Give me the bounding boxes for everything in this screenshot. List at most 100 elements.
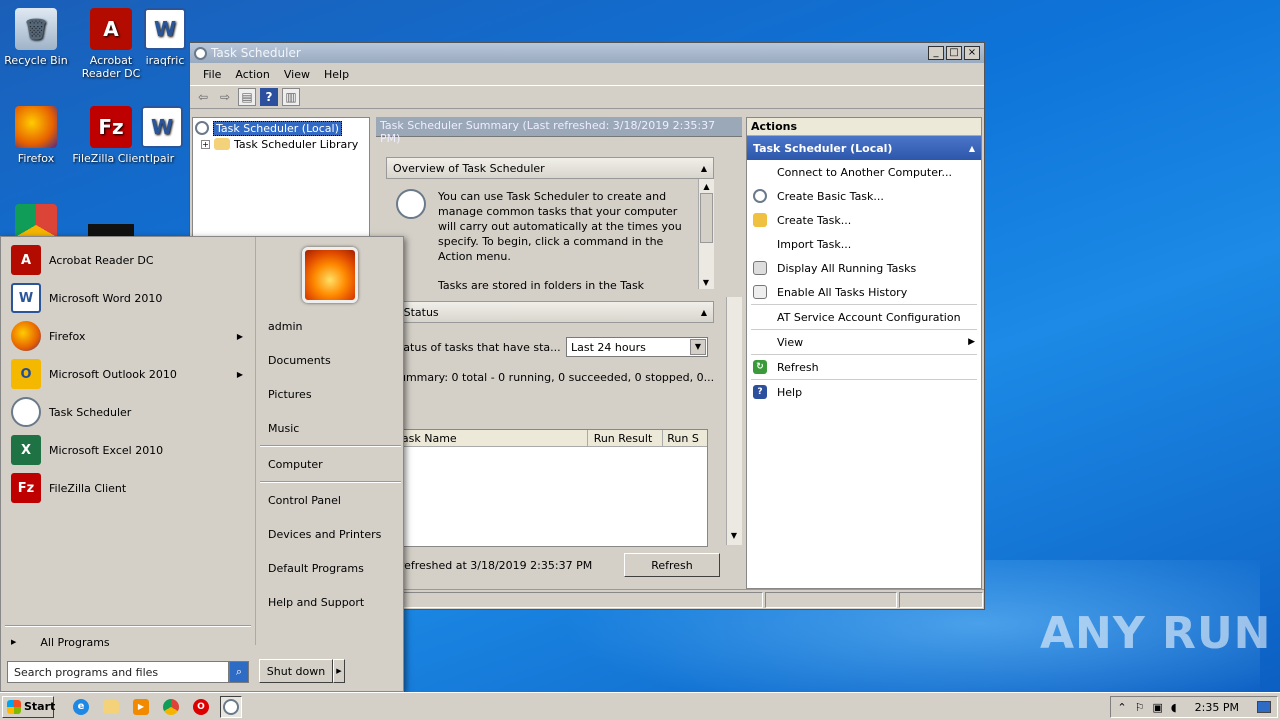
action-connect[interactable]: Connect to Another Computer...: [747, 160, 981, 184]
summary-scrollbar[interactable]: ▼: [726, 297, 742, 545]
user-avatar[interactable]: [302, 247, 358, 303]
places-column: admin Documents Pictures Music Computer …: [255, 237, 403, 645]
tree-item-local[interactable]: Task Scheduler (Local): [193, 120, 369, 136]
back-icon[interactable]: ⇦: [194, 88, 212, 106]
col-task-name[interactable]: Task Name: [393, 430, 588, 446]
program-firefox[interactable]: Firefox ▶: [5, 317, 253, 355]
action-import-task[interactable]: Import Task...: [747, 232, 981, 256]
desktop-icon-recycle-bin[interactable]: 🗑 Recycle Bin: [0, 8, 76, 67]
menu-help[interactable]: Help: [317, 68, 356, 81]
scroll-thumb[interactable]: [700, 193, 713, 243]
collapse-icon[interactable]: ▲: [969, 144, 975, 153]
chevron-right-icon: ▶: [968, 337, 975, 347]
show-hide-tree-icon[interactable]: ▤: [238, 88, 256, 106]
ie-taskbar-button[interactable]: e: [70, 696, 92, 718]
program-word[interactable]: W Microsoft Word 2010: [5, 279, 253, 317]
overview-title: Overview of Task Scheduler: [393, 161, 545, 175]
media-player-taskbar-button[interactable]: ▶: [130, 696, 152, 718]
action-enable-history[interactable]: Enable All Tasks History: [747, 280, 981, 304]
program-excel[interactable]: X Microsoft Excel 2010: [5, 431, 253, 469]
actions-group-title: Task Scheduler (Local): [753, 141, 893, 155]
chevron-right-icon[interactable]: ▶: [237, 370, 243, 379]
place-devices-printers[interactable]: Devices and Printers: [256, 517, 403, 551]
actions-group-header[interactable]: Task Scheduler (Local) ▲: [747, 136, 981, 160]
program-acrobat[interactable]: A Acrobat Reader DC: [5, 241, 253, 279]
place-computer[interactable]: Computer: [256, 447, 403, 481]
action-create-task[interactable]: Create Task...: [747, 208, 981, 232]
scroll-down-icon[interactable]: ▼: [727, 531, 741, 545]
col-run-result[interactable]: Run Result: [588, 430, 664, 446]
collapse-icon[interactable]: ▲: [701, 164, 707, 173]
network-icon[interactable]: ▣: [1152, 701, 1162, 714]
menu-file[interactable]: File: [196, 68, 228, 81]
chrome-taskbar-button[interactable]: [160, 696, 182, 718]
title-bar[interactable]: Task Scheduler _ □ ×: [190, 43, 984, 63]
all-programs[interactable]: ▶ All Programs: [11, 633, 110, 651]
action-display-running[interactable]: Display All Running Tasks: [747, 256, 981, 280]
chevron-down-icon[interactable]: ▼: [690, 339, 706, 355]
action-center-icon[interactable]: ⚐: [1135, 701, 1145, 714]
status-label: Status of tasks that have sta...: [392, 341, 561, 354]
place-default-programs[interactable]: Default Programs: [256, 551, 403, 585]
create-task-icon: [753, 213, 767, 227]
action-label: Help: [777, 385, 803, 399]
action-refresh[interactable]: ↻ Refresh: [747, 355, 981, 379]
place-admin[interactable]: admin: [256, 309, 403, 343]
refresh-button[interactable]: Refresh: [624, 553, 720, 577]
program-filezilla[interactable]: Fz FileZilla Client: [5, 469, 253, 507]
forward-icon[interactable]: ⇨: [216, 88, 234, 106]
running-tasks-icon: [753, 261, 767, 275]
overview-scrollbar[interactable]: ▲ ▼: [698, 179, 714, 289]
overview-text-2: Tasks are stored in folders in the Task: [438, 279, 645, 289]
divider: [5, 625, 251, 627]
volume-icon[interactable]: ◖: [1171, 701, 1177, 714]
maximize-button[interactable]: □: [946, 46, 962, 60]
task-status-header[interactable]: sk Status ▲: [386, 301, 714, 323]
place-documents[interactable]: Documents: [256, 343, 403, 377]
search-input[interactable]: Search programs and files: [7, 661, 229, 683]
action-help[interactable]: ? Help: [747, 380, 981, 404]
action-create-basic-task[interactable]: Create Basic Task...: [747, 184, 981, 208]
show-desktop-icon[interactable]: [1257, 701, 1271, 713]
overview-body: You can use Task Scheduler to create and…: [386, 179, 714, 289]
scroll-down-icon[interactable]: ▼: [699, 275, 713, 289]
pinned-programs: A Acrobat Reader DC W Microsoft Word 2010 …: [5, 241, 253, 627]
tree-item-library[interactable]: + Task Scheduler Library: [193, 136, 369, 152]
expand-icon[interactable]: +: [201, 139, 210, 149]
desktop-icon-firefox[interactable]: Firefox: [0, 106, 76, 165]
program-task-scheduler[interactable]: Task Scheduler: [5, 393, 253, 431]
status-period-select[interactable]: Last 24 hours ▼: [566, 337, 708, 357]
minimize-button[interactable]: _: [928, 46, 944, 60]
shutdown-button[interactable]: Shut down: [259, 659, 333, 683]
place-pictures[interactable]: Pictures: [256, 377, 403, 411]
menu-view[interactable]: View: [277, 68, 317, 81]
close-button[interactable]: ×: [964, 46, 980, 60]
col-run-start[interactable]: Run S: [663, 430, 707, 446]
clock[interactable]: 2:35 PM: [1195, 701, 1239, 714]
help-icon[interactable]: ?: [260, 88, 278, 106]
show-hide-action-pane-icon[interactable]: ▥: [282, 88, 300, 106]
scroll-up-icon[interactable]: ▲: [699, 179, 714, 193]
place-music[interactable]: Music: [256, 411, 403, 445]
show-hidden-icons[interactable]: ⌃: [1117, 701, 1126, 714]
desktop-icon-label: Recycle Bin: [4, 54, 68, 67]
action-view[interactable]: View ▶: [747, 330, 981, 354]
action-at-service[interactable]: AT Service Account Configuration: [747, 305, 981, 329]
summary-text: Summary: 0 total - 0 running, 0 succeede…: [392, 371, 715, 384]
search-icon[interactable]: ⌕: [229, 661, 249, 683]
place-help-support[interactable]: Help and Support: [256, 585, 403, 619]
start-button[interactable]: Start: [2, 695, 55, 718]
desktop-icon-lpair[interactable]: W lpair: [135, 106, 189, 165]
excel-icon: X: [11, 435, 41, 465]
shutdown-options-button[interactable]: ▶: [333, 659, 345, 683]
place-control-panel[interactable]: Control Panel: [256, 483, 403, 517]
menu-action[interactable]: Action: [228, 68, 276, 81]
desktop-icon-iraqfric[interactable]: W iraqfric: [135, 8, 195, 67]
program-outlook[interactable]: O Microsoft Outlook 2010 ▶: [5, 355, 253, 393]
task-scheduler-taskbar-button[interactable]: [220, 695, 242, 718]
chevron-right-icon[interactable]: ▶: [237, 332, 243, 341]
overview-header[interactable]: Overview of Task Scheduler ▲: [386, 157, 714, 179]
collapse-icon[interactable]: ▲: [701, 308, 707, 317]
explorer-taskbar-button[interactable]: [100, 696, 122, 718]
opera-taskbar-button[interactable]: O: [190, 696, 212, 718]
